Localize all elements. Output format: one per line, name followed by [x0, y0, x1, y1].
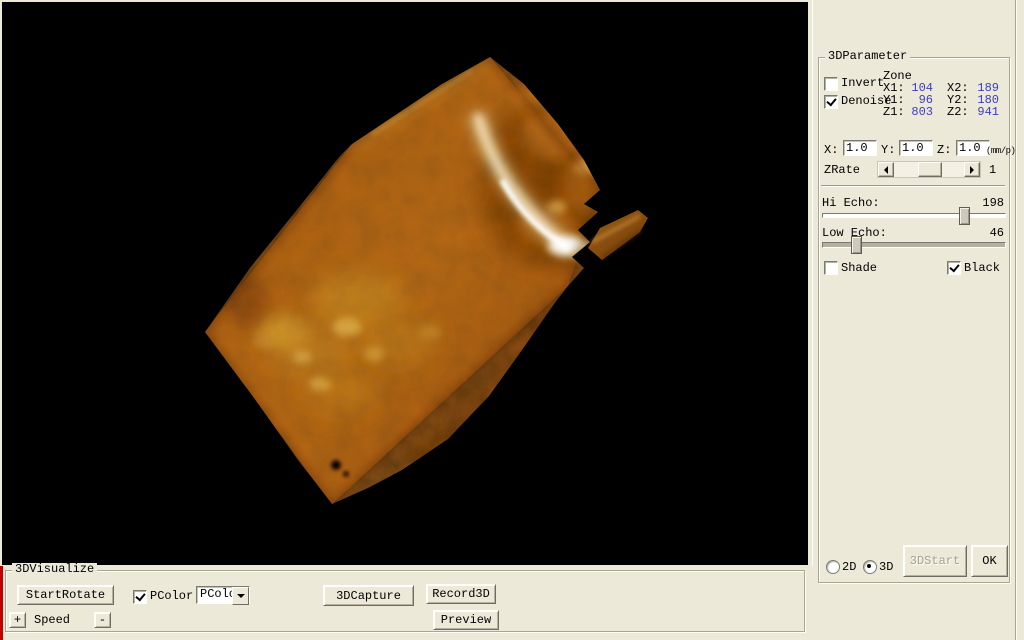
speed-plus-button[interactable]: + — [9, 612, 26, 628]
hi-echo-thumb[interactable] — [959, 207, 970, 225]
check-icon — [135, 591, 145, 602]
radio-dot-icon — [867, 564, 871, 568]
3dcapture-button[interactable]: 3DCapture — [323, 585, 414, 606]
record3d-button[interactable]: Record3D — [426, 584, 496, 604]
low-echo-thumb[interactable] — [851, 236, 862, 254]
pcolor-label: PColor — [150, 590, 193, 603]
scale-x-label: X: — [824, 144, 838, 157]
speed-label: Speed — [34, 614, 70, 627]
pcolor-dropdown[interactable]: PColor — [196, 586, 250, 604]
window-right-edge-highlight — [1016, 0, 1017, 640]
zone-z2-value: 941 — [971, 106, 999, 119]
denoise-checkbox[interactable] — [824, 95, 838, 109]
shade-checkbox[interactable] — [824, 261, 838, 275]
mode-2d-radio[interactable] — [826, 560, 840, 574]
zone-z1-value: 803 — [907, 106, 933, 119]
black-label: Black — [964, 262, 1000, 275]
zrate-scrollbar[interactable] — [877, 161, 981, 178]
mode-3d-label: 3D — [879, 561, 893, 574]
ok-button[interactable]: OK — [971, 545, 1008, 577]
check-icon — [949, 262, 959, 273]
zone-z2-label: Z2: — [947, 106, 969, 119]
zrate-left-arrow[interactable] — [878, 162, 894, 177]
panel-edge-highlight — [812, 0, 813, 566]
zone-z1-label: Z1: — [883, 106, 905, 119]
mode-3d-radio[interactable] — [863, 560, 877, 574]
chevron-down-icon — [237, 594, 245, 598]
left-edge-red-strip — [0, 566, 3, 640]
start-rotate-button[interactable]: StartRotate — [17, 585, 114, 605]
mode-2d-label: 2D — [842, 561, 856, 574]
check-icon — [826, 96, 836, 107]
shade-label: Shade — [841, 262, 877, 275]
zrate-label: ZRate — [824, 164, 860, 177]
low-echo-value: 46 — [990, 227, 1004, 240]
application-window: 3DParameter Invert Denoise Zone X1: 104 … — [0, 0, 1024, 640]
3dvisualize-title: 3DVisualize — [12, 563, 97, 576]
3dparameter-title: 3DParameter — [825, 50, 910, 63]
zrate-right-arrow[interactable] — [964, 162, 980, 177]
3dvisualize-groupbox: 3DVisualize StartRotate PColor PColor + … — [5, 570, 805, 632]
zrate-value: 1 — [989, 164, 996, 177]
scale-unit-label: (mm/p) — [986, 145, 1015, 158]
section-divider — [821, 185, 1005, 187]
invert-label: Invert — [841, 77, 884, 90]
render-viewport[interactable] — [2, 2, 808, 565]
scale-y-label: Y: — [881, 144, 895, 157]
arrow-right-icon — [970, 166, 974, 174]
scale-z-label: Z: — [937, 144, 951, 157]
invert-checkbox[interactable] — [824, 77, 838, 91]
hi-echo-slider[interactable] — [822, 213, 1006, 218]
pcolor-dropdown-button[interactable] — [232, 587, 249, 605]
scale-y-input[interactable] — [899, 140, 933, 156]
ultrasound-volume-render — [2, 2, 808, 565]
arrow-left-icon — [884, 166, 888, 174]
zrate-thumb[interactable] — [918, 162, 942, 177]
pcolor-checkbox[interactable] — [133, 590, 147, 604]
hi-echo-value: 198 — [982, 197, 1004, 210]
3dparameter-groupbox: 3DParameter Invert Denoise Zone X1: 104 … — [818, 57, 1010, 583]
low-echo-slider[interactable] — [822, 242, 1006, 248]
black-checkbox[interactable] — [947, 261, 961, 275]
scale-z-input[interactable] — [956, 140, 990, 156]
3dstart-button[interactable]: 3DStart — [903, 545, 967, 577]
preview-button[interactable]: Preview — [433, 610, 499, 630]
hi-echo-label: Hi Echo: — [822, 197, 880, 210]
scale-x-input[interactable] — [843, 140, 877, 156]
speed-minus-button[interactable]: - — [94, 612, 111, 628]
